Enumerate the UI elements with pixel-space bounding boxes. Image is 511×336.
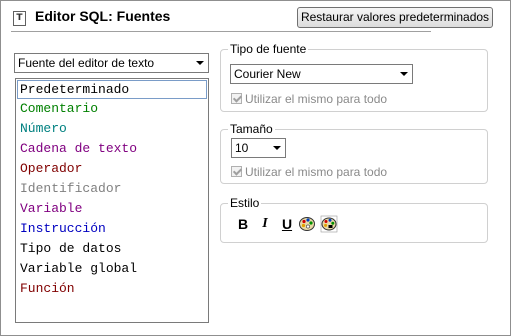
list-item[interactable]: Función [16,279,208,299]
font-type-label: Tipo de fuente [228,42,309,56]
size-same-for-all-checkbox[interactable]: Utilizar el mismo para todo [231,166,387,179]
page-title: Editor SQL: Fuentes [35,8,171,24]
font-type-same-for-all-checkbox[interactable]: Utilizar el mismo para todo [231,93,387,106]
font-page-icon: T [13,11,26,26]
editor-font-select[interactable]: Fuente del editor de texto [14,53,209,73]
chevron-down-icon [273,146,281,150]
list-item[interactable]: Tipo de datos [16,239,208,259]
chevron-down-icon [196,61,204,65]
size-label: Tamaño [228,122,275,136]
style-label: Estilo [228,196,262,210]
element-list[interactable]: Predeterminado Comentario Número Cadena de … [15,78,209,323]
font-type-select[interactable]: Courier New [230,64,413,84]
restore-defaults-button[interactable]: Restaurar valores predeterminados [297,7,493,28]
editor-font-select-value: Fuente del editor de texto [18,56,155,70]
list-item[interactable]: Predeterminado [17,80,207,99]
list-item[interactable]: Comentario [16,99,208,119]
list-item[interactable]: Instrucción [16,219,208,239]
list-item[interactable]: Cadena de texto [16,139,208,159]
list-item[interactable]: Operador [16,159,208,179]
checkbox-icon [231,166,242,177]
font-size-value: 10 [235,141,249,155]
font-type-value: Courier New [234,67,301,81]
size-same-for-all-label: Utilizar el mismo para todo [245,165,388,179]
italic-button[interactable]: I [254,213,276,235]
checkbox-icon [231,93,242,104]
list-item[interactable]: Variable global [16,259,208,279]
chevron-down-icon [400,72,408,76]
list-item[interactable]: Variable [16,199,208,219]
text-color-palette-icon[interactable] [296,213,318,235]
list-item[interactable]: Identificador [16,179,208,199]
font-type-same-for-all-label: Utilizar el mismo para todo [245,92,388,106]
list-item[interactable]: Número [16,119,208,139]
header-divider [11,31,431,33]
font-size-select[interactable]: 10 [231,138,286,158]
bold-button[interactable]: B [232,213,254,235]
background-color-palette-icon[interactable] [318,213,340,235]
style-toolbar: B I U [230,213,342,235]
underline-button[interactable]: U [276,213,298,235]
dialog-frame: T Editor SQL: Fuentes Restaurar valores … [0,0,511,336]
